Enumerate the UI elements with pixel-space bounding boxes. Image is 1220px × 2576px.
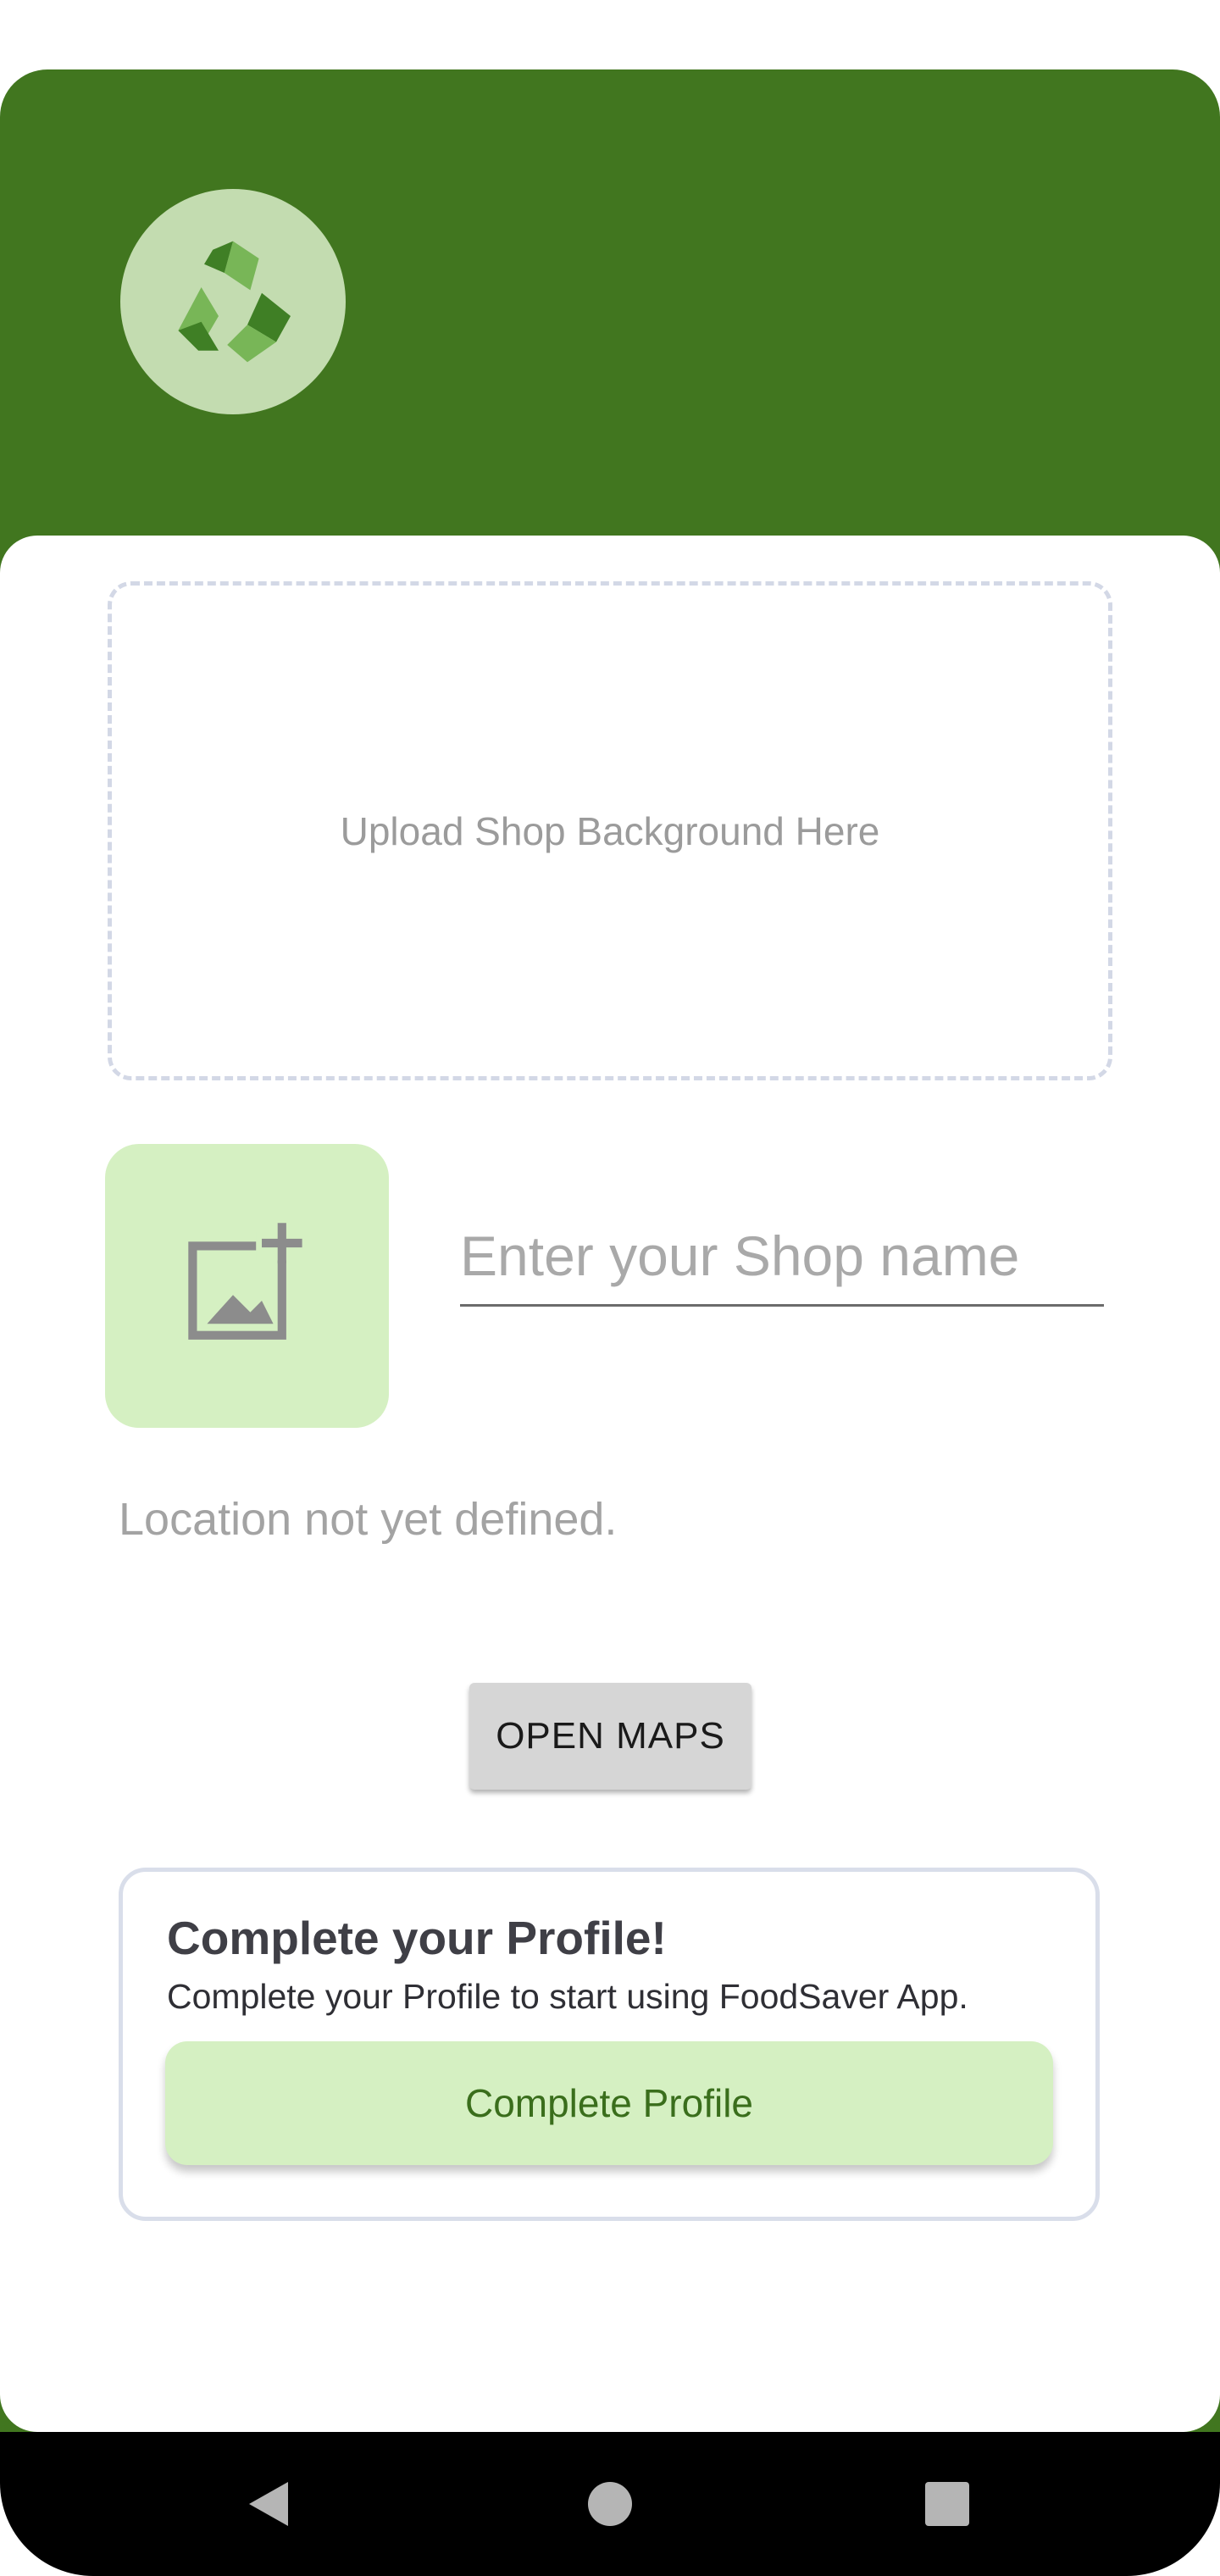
recycle-icon	[178, 241, 291, 363]
nav-home-button[interactable]	[525, 2432, 695, 2576]
shop-logo-avatar[interactable]	[120, 189, 346, 414]
location-status: Location not yet defined.	[119, 1494, 618, 1545]
shop-name-input[interactable]	[460, 1212, 1104, 1307]
complete-profile-card: Complete your Profile! Complete your Pro…	[119, 1868, 1100, 2221]
nav-recents-button[interactable]	[862, 2432, 1032, 2576]
complete-profile-button[interactable]: Complete Profile	[165, 2041, 1053, 2165]
open-maps-button[interactable]: OPEN MAPS	[469, 1683, 751, 1790]
profile-card-title: Complete your Profile!	[167, 1912, 667, 1964]
add-photo-icon	[187, 1222, 302, 1340]
upload-background-label: Upload Shop Background Here	[340, 808, 880, 853]
add-shop-image-button[interactable]	[105, 1144, 389, 1428]
home-circle-icon	[588, 2482, 632, 2526]
back-triangle-icon	[249, 2482, 288, 2526]
nav-back-button[interactable]	[185, 2432, 354, 2576]
profile-card-subtitle: Complete your Profile to start using Foo…	[167, 1977, 968, 2016]
system-navigation-bar	[0, 2432, 1220, 2576]
upload-background-dropzone[interactable]: Upload Shop Background Here	[108, 581, 1112, 1080]
recents-square-icon	[925, 2482, 969, 2526]
